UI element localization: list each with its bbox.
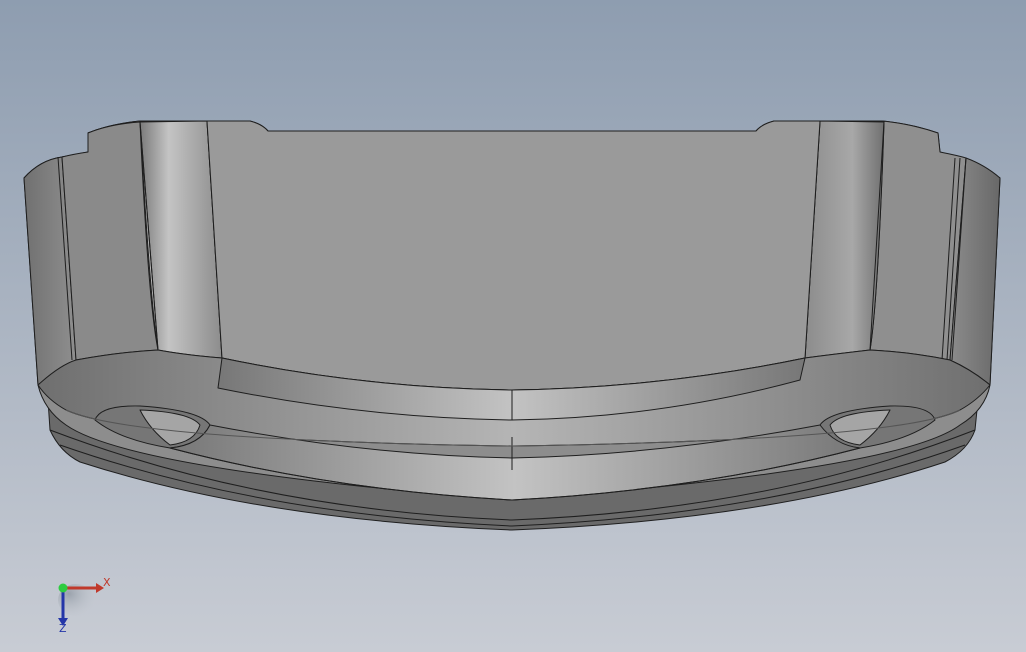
part-model[interactable] — [23, 120, 1001, 531]
z-axis-label: Z — [59, 622, 67, 635]
x-axis-label: X — [103, 576, 111, 589]
central-face — [206, 120, 821, 391]
graphics-viewport[interactable]: X Z — [0, 0, 1026, 652]
y-axis-dot — [58, 583, 68, 593]
